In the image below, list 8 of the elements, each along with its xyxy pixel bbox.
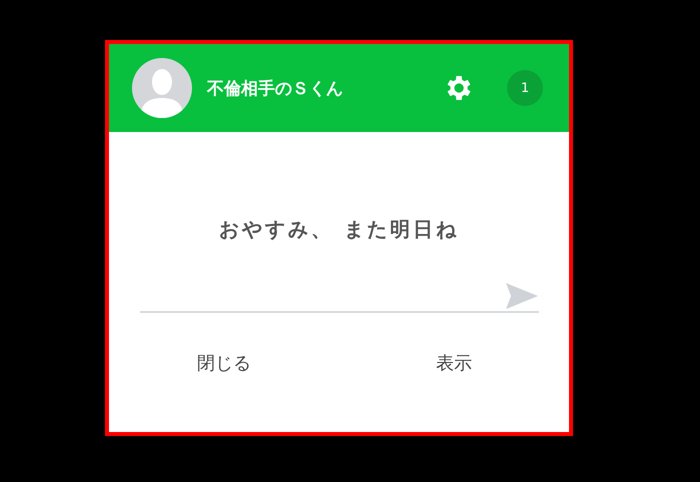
send-button[interactable] xyxy=(505,282,539,310)
send-icon xyxy=(505,282,539,310)
message-text: おやすみ、 また明日ね xyxy=(218,216,460,243)
action-button[interactable]: 表示 xyxy=(339,343,569,383)
reply-field[interactable] xyxy=(140,281,539,313)
unread-count: 1 xyxy=(507,70,543,106)
contact-name: 不倫相手のＳくん xyxy=(207,78,344,100)
action-button[interactable]: 閉じる xyxy=(109,343,339,383)
